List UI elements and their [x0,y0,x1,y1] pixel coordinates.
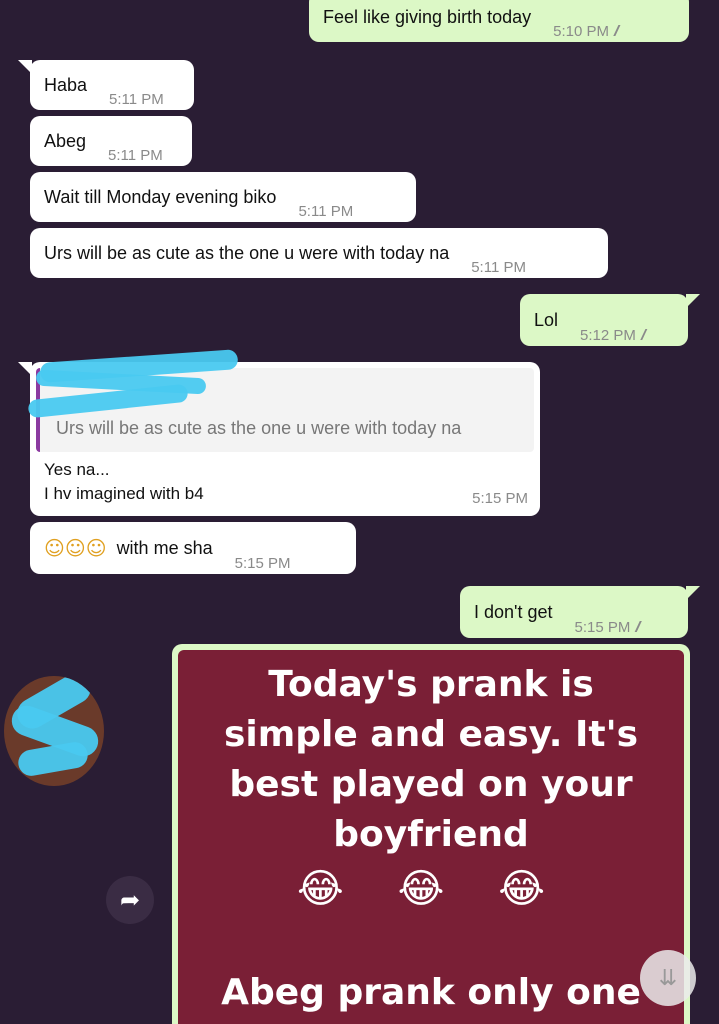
message-time: 5:11 PM [108,147,163,164]
message-text: I don't get [474,601,553,622]
message-text: Wait till Monday evening biko [44,186,277,207]
message-time: 5:15 PM [234,555,291,572]
message-bubble-incoming[interactable]: ☺☺☺ with me sha 5:15 PM [30,522,356,574]
message-text: with me sha [116,537,213,558]
laughing-emoji: 😂 😂 😂 [296,866,566,912]
message-time: 5:11 PM [109,91,164,108]
message-time: 5:10 PM [553,23,609,40]
bubble-tail [686,586,700,600]
message-text-line: I hv imagined with b4 [44,484,204,503]
message-time: 5:15 PM [472,490,528,507]
image-text-line: best played on your [229,764,633,805]
message-bubble-incoming[interactable]: Abeg 5:11 PM [30,116,192,166]
image-text-line: Today's prank is [268,664,594,705]
message-text-line: Yes na... [44,460,110,479]
message-time: 5:12 PM [580,327,636,344]
message-bubble-incoming[interactable]: Urs will be as cute as the one u were wi… [30,228,608,278]
image-text-line: simple and easy. It's [223,714,639,755]
contact-avatar[interactable] [4,676,104,786]
message-bubble-incoming[interactable]: Wait till Monday evening biko 5:11 PM [30,172,416,222]
smiling-face-emoji: ☺☺☺ [44,536,107,560]
quoted-message-text: Urs will be as cute as the one u were wi… [56,418,462,438]
image-text-line: boyfriend [333,814,529,855]
message-bubble-outgoing[interactable]: I don't get 5:15 PM // [460,586,688,638]
image-message[interactable]: Today's prank is simple and easy. It's b… [172,644,690,1024]
message-text: Feel like giving birth today [323,6,532,27]
message-text: Lol [534,309,559,330]
message-time: 5:15 PM [574,619,631,636]
bubble-tail [686,294,700,308]
message-text: Haba [44,74,88,95]
message-bubble-incoming[interactable]: Haba 5:11 PM [30,60,194,110]
forward-arrow-icon[interactable]: ➦ [106,876,154,924]
message-text: Abeg [44,130,87,151]
message-text: Urs will be as cute as the one u were wi… [44,242,450,263]
prank-image[interactable]: Today's prank is simple and easy. It's b… [178,650,684,1024]
message-time: 5:11 PM [471,259,526,276]
message-bubble-outgoing[interactable]: Lol 5:12 PM // [520,294,688,346]
image-text-line: Abeg prank only one [221,972,641,1013]
message-bubble-outgoing[interactable]: Feel like giving birth today 5:10 PM // [309,0,689,42]
redaction-scribble [16,740,90,778]
double-chevron-down-icon[interactable]: ⇊ [640,950,696,1006]
message-time: 5:11 PM [298,203,354,220]
